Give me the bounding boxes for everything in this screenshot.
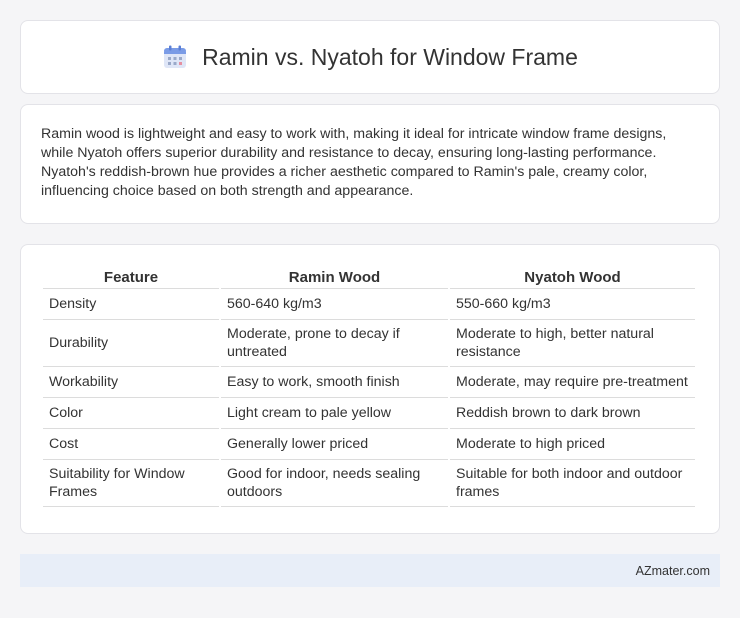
table-cell: Moderate, may require pre-treatment bbox=[450, 367, 695, 398]
table-cell: Good for indoor, needs sealing outdoors bbox=[221, 460, 448, 507]
header-nyatoh: Nyatoh Wood bbox=[450, 267, 695, 289]
table-cell: Generally lower priced bbox=[221, 429, 448, 460]
title-card: Ramin vs. Nyatoh for Window Frame bbox=[20, 20, 720, 94]
header-feature: Feature bbox=[43, 267, 219, 289]
table-row: Workability Easy to work, smooth finish … bbox=[43, 367, 695, 398]
table-row: Density 560-640 kg/m3 550-660 kg/m3 bbox=[43, 289, 695, 320]
table-cell: Reddish brown to dark brown bbox=[450, 398, 695, 429]
table-row: Durability Moderate, prone to decay if u… bbox=[43, 320, 695, 367]
table-row: Suitability for Window Frames Good for i… bbox=[43, 460, 695, 507]
page-title: Ramin vs. Nyatoh for Window Frame bbox=[202, 43, 578, 70]
calendar-icon bbox=[162, 44, 188, 70]
table-cell: Light cream to pale yellow bbox=[221, 398, 448, 429]
table-row: Color Light cream to pale yellow Reddish… bbox=[43, 398, 695, 429]
table-cell: Cost bbox=[43, 429, 219, 460]
table-cell: Moderate to high, better natural resista… bbox=[450, 320, 695, 367]
table-cell: Color bbox=[43, 398, 219, 429]
table-cell: Moderate, prone to decay if untreated bbox=[221, 320, 448, 367]
header-ramin: Ramin Wood bbox=[221, 267, 448, 289]
table-cell: Durability bbox=[43, 320, 219, 367]
title-wrap: Ramin vs. Nyatoh for Window Frame bbox=[162, 44, 578, 71]
table-header-row: Feature Ramin Wood Nyatoh Wood bbox=[43, 267, 695, 289]
table-cell: Easy to work, smooth finish bbox=[221, 367, 448, 398]
summary-text: Ramin wood is lightweight and easy to wo… bbox=[41, 126, 667, 199]
table-cell: Workability bbox=[43, 367, 219, 398]
table-cell: 550-660 kg/m3 bbox=[450, 289, 695, 320]
table-cell: Suitable for both indoor and outdoor fra… bbox=[450, 460, 695, 507]
comparison-table: Feature Ramin Wood Nyatoh Wood Density 5… bbox=[41, 267, 697, 507]
footer-site-link[interactable]: AZmater.com bbox=[636, 564, 710, 578]
table-cell: Moderate to high priced bbox=[450, 429, 695, 460]
comparison-table-card: Feature Ramin Wood Nyatoh Wood Density 5… bbox=[20, 244, 720, 534]
summary-card: Ramin wood is lightweight and easy to wo… bbox=[20, 104, 720, 224]
footer-bar: AZmater.com bbox=[20, 554, 720, 587]
table-cell: Density bbox=[43, 289, 219, 320]
table-row: Cost Generally lower priced Moderate to … bbox=[43, 429, 695, 460]
table-cell: 560-640 kg/m3 bbox=[221, 289, 448, 320]
table-cell: Suitability for Window Frames bbox=[43, 460, 219, 507]
